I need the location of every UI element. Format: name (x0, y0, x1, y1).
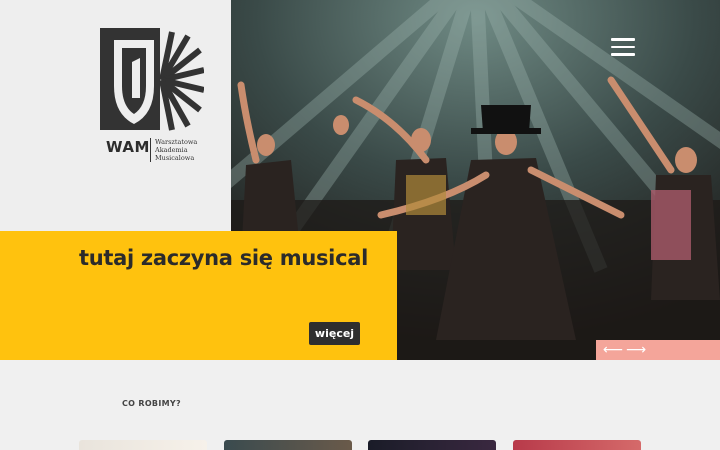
logo-wordmark: WAM (106, 138, 150, 156)
logo-fullname-line1: Warsztatowa (155, 138, 198, 146)
slider-controls: ⟵ ⟶ (596, 340, 720, 360)
logo-panel: WAM Warsztatowa Akademia Musicalowa (0, 0, 231, 231)
card-4-image[interactable] (513, 440, 641, 450)
logo-fullname: Warsztatowa Akademia Musicalowa (155, 138, 197, 162)
arrow-right-icon[interactable]: ⟶ (626, 342, 646, 358)
logo-fullname-line2: Akademia (155, 146, 188, 154)
section-title: CO ROBIMY? (122, 399, 181, 408)
card-1-image[interactable] (79, 440, 207, 450)
hero-tagline: tutaj zaczyna się musical (79, 246, 368, 270)
arrow-left-icon[interactable]: ⟵ (603, 342, 623, 358)
card-3-image[interactable] (368, 440, 496, 450)
logo-fullname-line3: Musicalowa (155, 154, 195, 162)
logo-divider (150, 138, 151, 162)
hero-section: WAM Warsztatowa Akademia Musicalowa tuta… (0, 0, 720, 360)
wam-logo[interactable]: WAM Warsztatowa Akademia Musicalowa (100, 28, 205, 164)
hamburger-menu-icon[interactable] (611, 38, 635, 58)
card-2-image[interactable] (224, 440, 352, 450)
more-button[interactable]: więcej (309, 322, 360, 345)
wam-emblem-icon (100, 28, 205, 131)
